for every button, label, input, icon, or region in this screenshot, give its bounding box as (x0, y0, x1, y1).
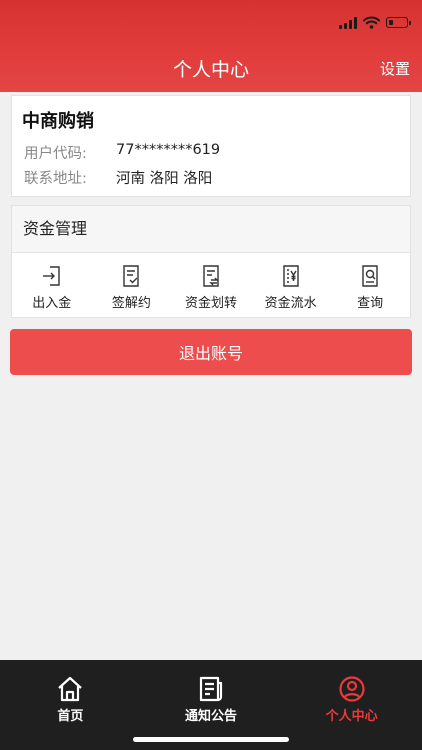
company-name: 中商购销 (22, 111, 94, 132)
fund-menu: 出入金 签解约 资金划转 资金流水 查询 (12, 253, 410, 319)
settings-button[interactable]: 设置 (380, 58, 410, 79)
menu-item-query[interactable]: 查询 (330, 253, 410, 319)
tab-label: 首页 (57, 709, 84, 724)
sign-contract-icon (123, 265, 140, 287)
menu-label: 资金划转 (184, 296, 237, 311)
menu-label: 签解约 (111, 296, 151, 311)
menu-item-deposit-withdraw[interactable]: 出入金 (12, 253, 92, 319)
tab-home[interactable]: 首页 (0, 660, 141, 750)
status-bar (339, 16, 411, 29)
home-icon (58, 676, 83, 702)
menu-item-sign-contract[interactable]: 签解约 (92, 253, 172, 319)
page-title: 个人中心 (172, 59, 249, 81)
battery-icon (386, 17, 411, 28)
address-row: 联系地址: 河南 洛阳 洛阳 (24, 167, 212, 188)
deposit-withdraw-icon (42, 266, 60, 286)
signal-icon (339, 16, 357, 29)
user-circle-icon (339, 676, 365, 702)
app-header: 个人中心 设置 (0, 0, 422, 92)
address-label: 联系地址: (24, 171, 87, 187)
profile-card: 中商购销 用户代码: 77********619 联系地址: 河南 洛阳 洛阳 (11, 95, 411, 197)
fund-management-card: 资金管理 出入金 签解约 资金划转 资金流水 查询 (11, 205, 411, 318)
menu-label: 出入金 (32, 296, 72, 311)
user-code-value: 77********619 (116, 142, 221, 158)
tab-profile[interactable]: 个人中心 (281, 660, 422, 750)
tab-label: 通知公告 (185, 709, 238, 724)
home-indicator (133, 737, 289, 742)
user-code-row: 用户代码: 77********619 (24, 142, 220, 163)
query-icon (362, 265, 378, 287)
user-code-label: 用户代码: (24, 146, 87, 162)
fund-ledger-icon (282, 265, 299, 287)
menu-item-fund-ledger[interactable]: 资金流水 (251, 253, 331, 319)
wifi-icon (363, 16, 380, 29)
tab-label: 个人中心 (325, 709, 378, 724)
menu-label: 资金流水 (264, 296, 317, 311)
menu-item-fund-transfer[interactable]: 资金划转 (171, 253, 251, 319)
menu-label: 查询 (357, 296, 384, 311)
fund-transfer-icon (203, 265, 219, 287)
fund-management-title: 资金管理 (12, 206, 410, 253)
address-value: 河南 洛阳 洛阳 (116, 171, 213, 187)
logout-button[interactable]: 退出账号 (10, 329, 412, 375)
notice-icon (199, 676, 223, 702)
